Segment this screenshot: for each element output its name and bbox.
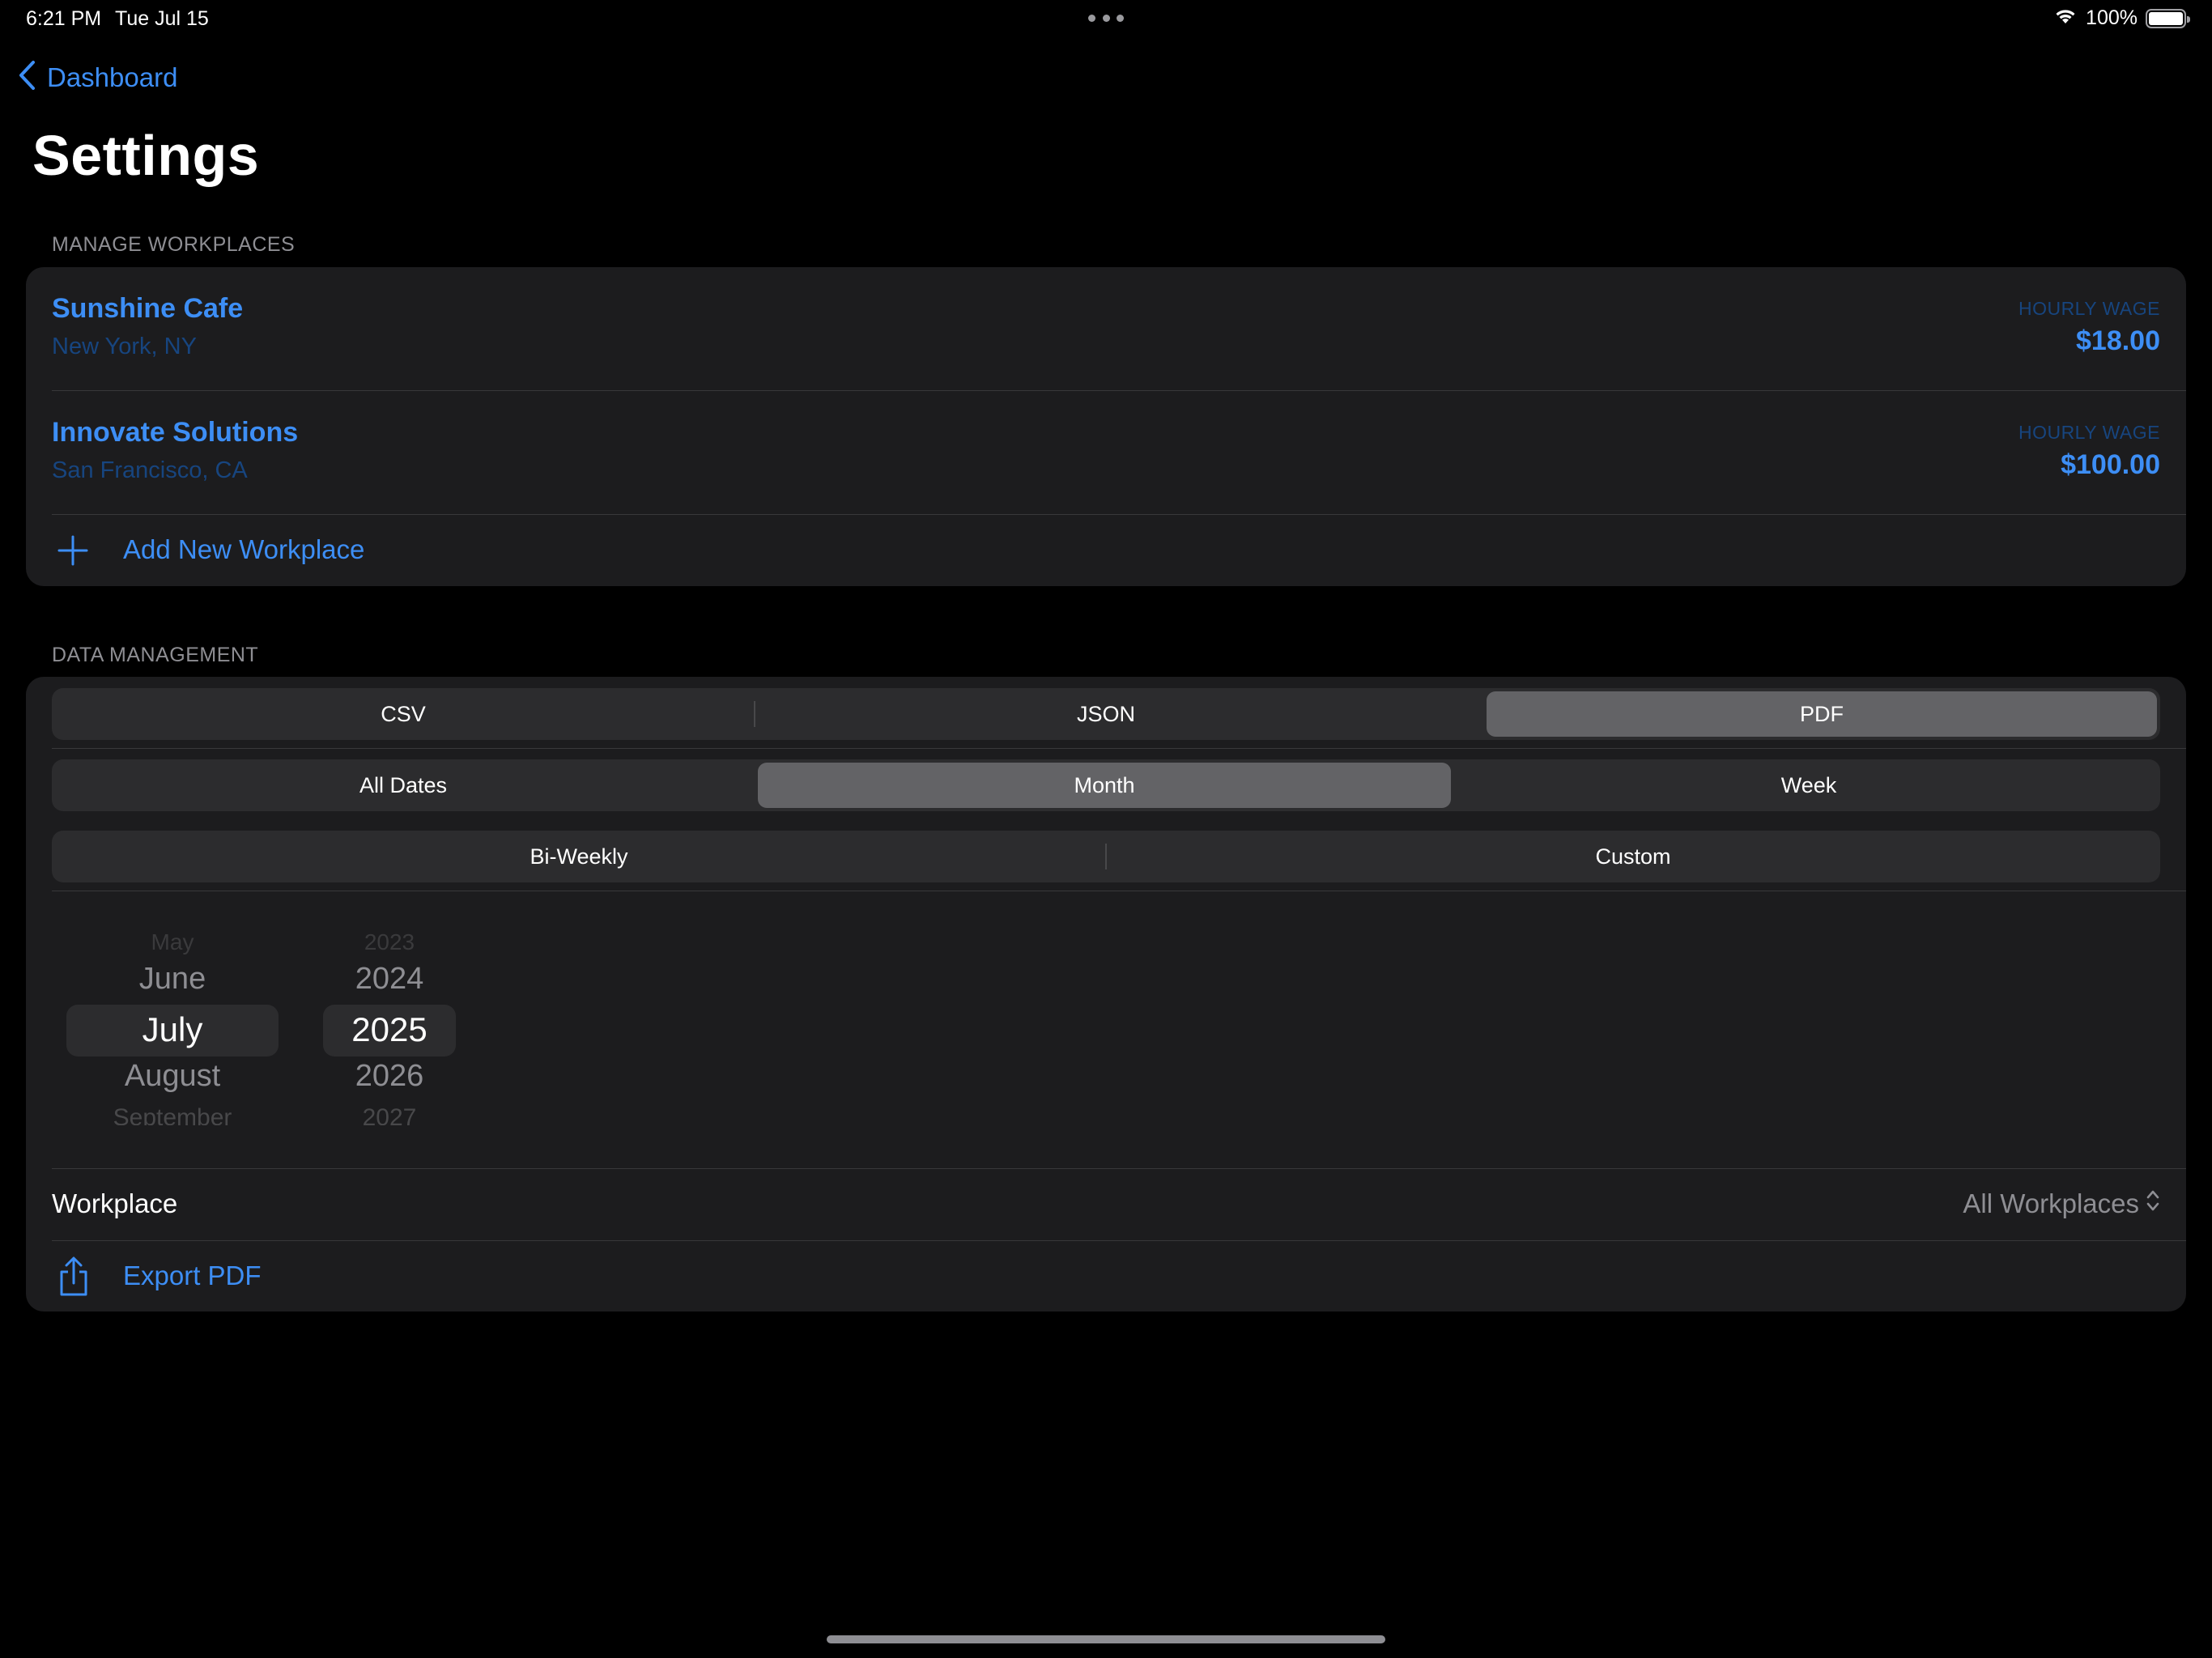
segment-custom[interactable]: Custom: [1106, 831, 2160, 882]
workplace-name: Sunshine Cafe: [52, 293, 244, 324]
workplace-location: San Francisco, CA: [52, 457, 248, 483]
workplace-select[interactable]: All Workplaces: [1963, 1188, 2160, 1219]
workplace-select-value: All Workplaces: [1963, 1188, 2139, 1218]
wifi-icon: [2053, 6, 2078, 30]
wage-label: HOURLY WAGE: [2018, 298, 2160, 319]
wage-value: $18.00: [2076, 325, 2160, 356]
range-segmented-control-2: Bi-Weekly Custom: [52, 831, 2160, 882]
workplaces-card: Sunshine Cafe New York, NY HOURLY WAGE $…: [26, 267, 2186, 586]
multitasking-dots-icon[interactable]: [1088, 15, 1124, 23]
chevron-up-down-icon: [2146, 1188, 2160, 1219]
month-option[interactable]: September: [66, 1104, 279, 1125]
month-option[interactable]: August: [66, 1059, 279, 1094]
share-icon: [57, 1256, 91, 1302]
page-title: Settings: [32, 124, 260, 187]
settings-screen: 6:21 PM Tue Jul 15 100% Dashboard Settin…: [0, 0, 2212, 1658]
month-option-selected[interactable]: July: [66, 1010, 279, 1049]
plus-icon: [57, 534, 89, 571]
section-header-workplaces: MANAGE WORKPLACES: [52, 233, 296, 256]
year-option-selected[interactable]: 2025: [323, 1010, 456, 1049]
add-workplace-button[interactable]: Add New Workplace: [26, 515, 2186, 586]
year-option[interactable]: 2027: [323, 1104, 456, 1125]
segment-json[interactable]: JSON: [755, 688, 1457, 740]
data-management-card: CSV JSON PDF All Dates Month Week Bi-Wee…: [26, 677, 2186, 1312]
battery-icon: [2146, 8, 2190, 28]
back-button[interactable]: Dashboard: [18, 60, 177, 95]
segment-bi-weekly[interactable]: Bi-Weekly: [52, 831, 1106, 882]
format-segmented-control: CSV JSON PDF: [52, 688, 2160, 740]
status-date: Tue Jul 15: [115, 7, 209, 30]
home-indicator[interactable]: [827, 1635, 1385, 1643]
battery-percent: 100%: [2086, 6, 2138, 29]
segment-csv[interactable]: CSV: [52, 688, 755, 740]
workplace-selector-row[interactable]: Workplace All Workplaces: [26, 1169, 2186, 1240]
section-header-data: DATA MANAGEMENT: [52, 644, 259, 666]
status-time: 6:21 PM: [26, 7, 102, 30]
month-option[interactable]: May: [66, 929, 279, 955]
workplace-location: New York, NY: [52, 334, 197, 359]
chevron-left-icon: [18, 60, 36, 95]
year-option[interactable]: 2026: [323, 1059, 456, 1094]
range-segmented-control: All Dates Month Week: [52, 759, 2160, 811]
workplace-row[interactable]: Innovate Solutions San Francisco, CA HOU…: [26, 391, 2186, 515]
workplace-name: Innovate Solutions: [52, 417, 299, 448]
add-workplace-label: Add New Workplace: [123, 534, 365, 564]
divider: [52, 748, 2186, 749]
segment-week[interactable]: Week: [1457, 759, 2160, 811]
wage-value: $100.00: [2061, 449, 2160, 480]
workplace-label: Workplace: [52, 1188, 178, 1218]
year-option[interactable]: 2023: [323, 929, 456, 955]
export-pdf-button[interactable]: Export PDF: [26, 1241, 2186, 1312]
status-right: 100%: [2053, 6, 2190, 30]
month-option[interactable]: June: [66, 962, 279, 997]
workplace-row[interactable]: Sunshine Cafe New York, NY HOURLY WAGE $…: [26, 267, 2186, 391]
wage-label: HOURLY WAGE: [2018, 422, 2160, 443]
segment-pdf[interactable]: PDF: [1487, 691, 2157, 737]
year-option[interactable]: 2024: [323, 962, 456, 997]
back-label: Dashboard: [47, 62, 178, 92]
export-pdf-label: Export PDF: [123, 1261, 262, 1290]
segment-all-dates[interactable]: All Dates: [52, 759, 755, 811]
status-bar: 6:21 PM Tue Jul 15 100%: [0, 0, 2212, 39]
segment-month[interactable]: Month: [758, 763, 1451, 808]
